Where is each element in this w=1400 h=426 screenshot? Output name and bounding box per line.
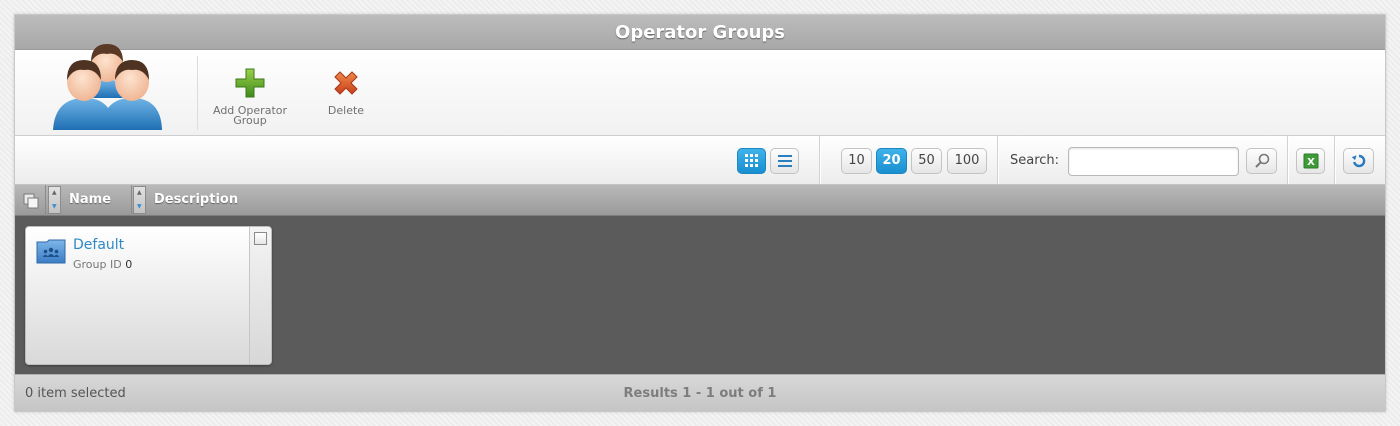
toolbar: Add Operator Group Delete (15, 44, 1385, 136)
column-name[interactable]: Name (69, 192, 111, 207)
group-folder-icon (36, 239, 66, 264)
group-card[interactable]: Default Group ID 0 (25, 226, 272, 365)
sort-up-icon: ▲ (137, 189, 142, 196)
page-size-10-button[interactable]: 10 (841, 148, 872, 174)
controls-separator (819, 136, 820, 184)
results-count: Results 1 - 1 out of 1 (623, 386, 777, 401)
group-id-label: Group ID (73, 258, 122, 271)
toolbar-divider (197, 56, 198, 130)
operator-groups-panel: Operator Groups Add Operator Group Delet… (14, 14, 1386, 412)
grid-view-icon (744, 154, 758, 167)
controls-separator (997, 136, 998, 184)
group-select-checkbox[interactable] (254, 232, 267, 245)
column-divider (131, 185, 132, 216)
plus-icon (235, 68, 265, 98)
group-name-link[interactable]: Default (73, 237, 124, 253)
add-operator-group-button[interactable]: Add Operator Group (211, 56, 289, 126)
column-header-bar: ▲ ▼ Name ▲ ▼ Description (15, 185, 1385, 216)
column-description[interactable]: Description (154, 192, 238, 207)
card-side-strip (249, 227, 271, 364)
controls-separator (1287, 136, 1288, 184)
delete-button[interactable]: Delete (315, 56, 377, 116)
page-size-20-button[interactable]: 20 (876, 148, 907, 174)
status-footer: 0 item selected Results 1 - 1 out of 1 (15, 374, 1385, 411)
sort-down-icon: ▼ (137, 203, 142, 210)
refresh-icon (1351, 154, 1365, 168)
group-id-text: Group ID 0 (73, 258, 132, 271)
add-operator-group-label: Add Operator Group (212, 104, 288, 127)
group-id-value: 0 (125, 258, 133, 271)
delete-x-icon (334, 71, 358, 95)
magnifier-icon (1254, 153, 1269, 168)
controls-separator (1334, 136, 1335, 184)
page-size-100-button[interactable]: 100 (947, 148, 987, 174)
list-controls: 10 20 50 100 Search: X (15, 136, 1385, 185)
export-excel-button[interactable]: X (1296, 148, 1325, 174)
list-view-icon (777, 155, 792, 167)
excel-icon: X (1303, 153, 1318, 169)
page-size-50-button[interactable]: 50 (911, 148, 942, 174)
sort-down-icon: ▼ (52, 203, 57, 210)
column-divider (45, 185, 46, 216)
sort-name-button[interactable]: ▲ ▼ (48, 186, 61, 214)
svg-text:X: X (1307, 157, 1315, 168)
select-all-icon[interactable] (23, 193, 39, 209)
list-view-button[interactable] (770, 148, 799, 174)
refresh-button[interactable] (1343, 148, 1374, 174)
operator-group-icon (53, 44, 162, 130)
search-label: Search: (1010, 153, 1060, 168)
sort-description-button[interactable]: ▲ ▼ (133, 186, 146, 214)
search-button[interactable] (1246, 148, 1277, 174)
delete-label: Delete (327, 104, 365, 117)
sort-up-icon: ▲ (52, 189, 57, 196)
grid-view-button[interactable] (737, 148, 766, 174)
page-title: Operator Groups (15, 15, 1385, 50)
grid-content: Default Group ID 0 (15, 216, 1385, 374)
search-input[interactable] (1068, 147, 1239, 176)
